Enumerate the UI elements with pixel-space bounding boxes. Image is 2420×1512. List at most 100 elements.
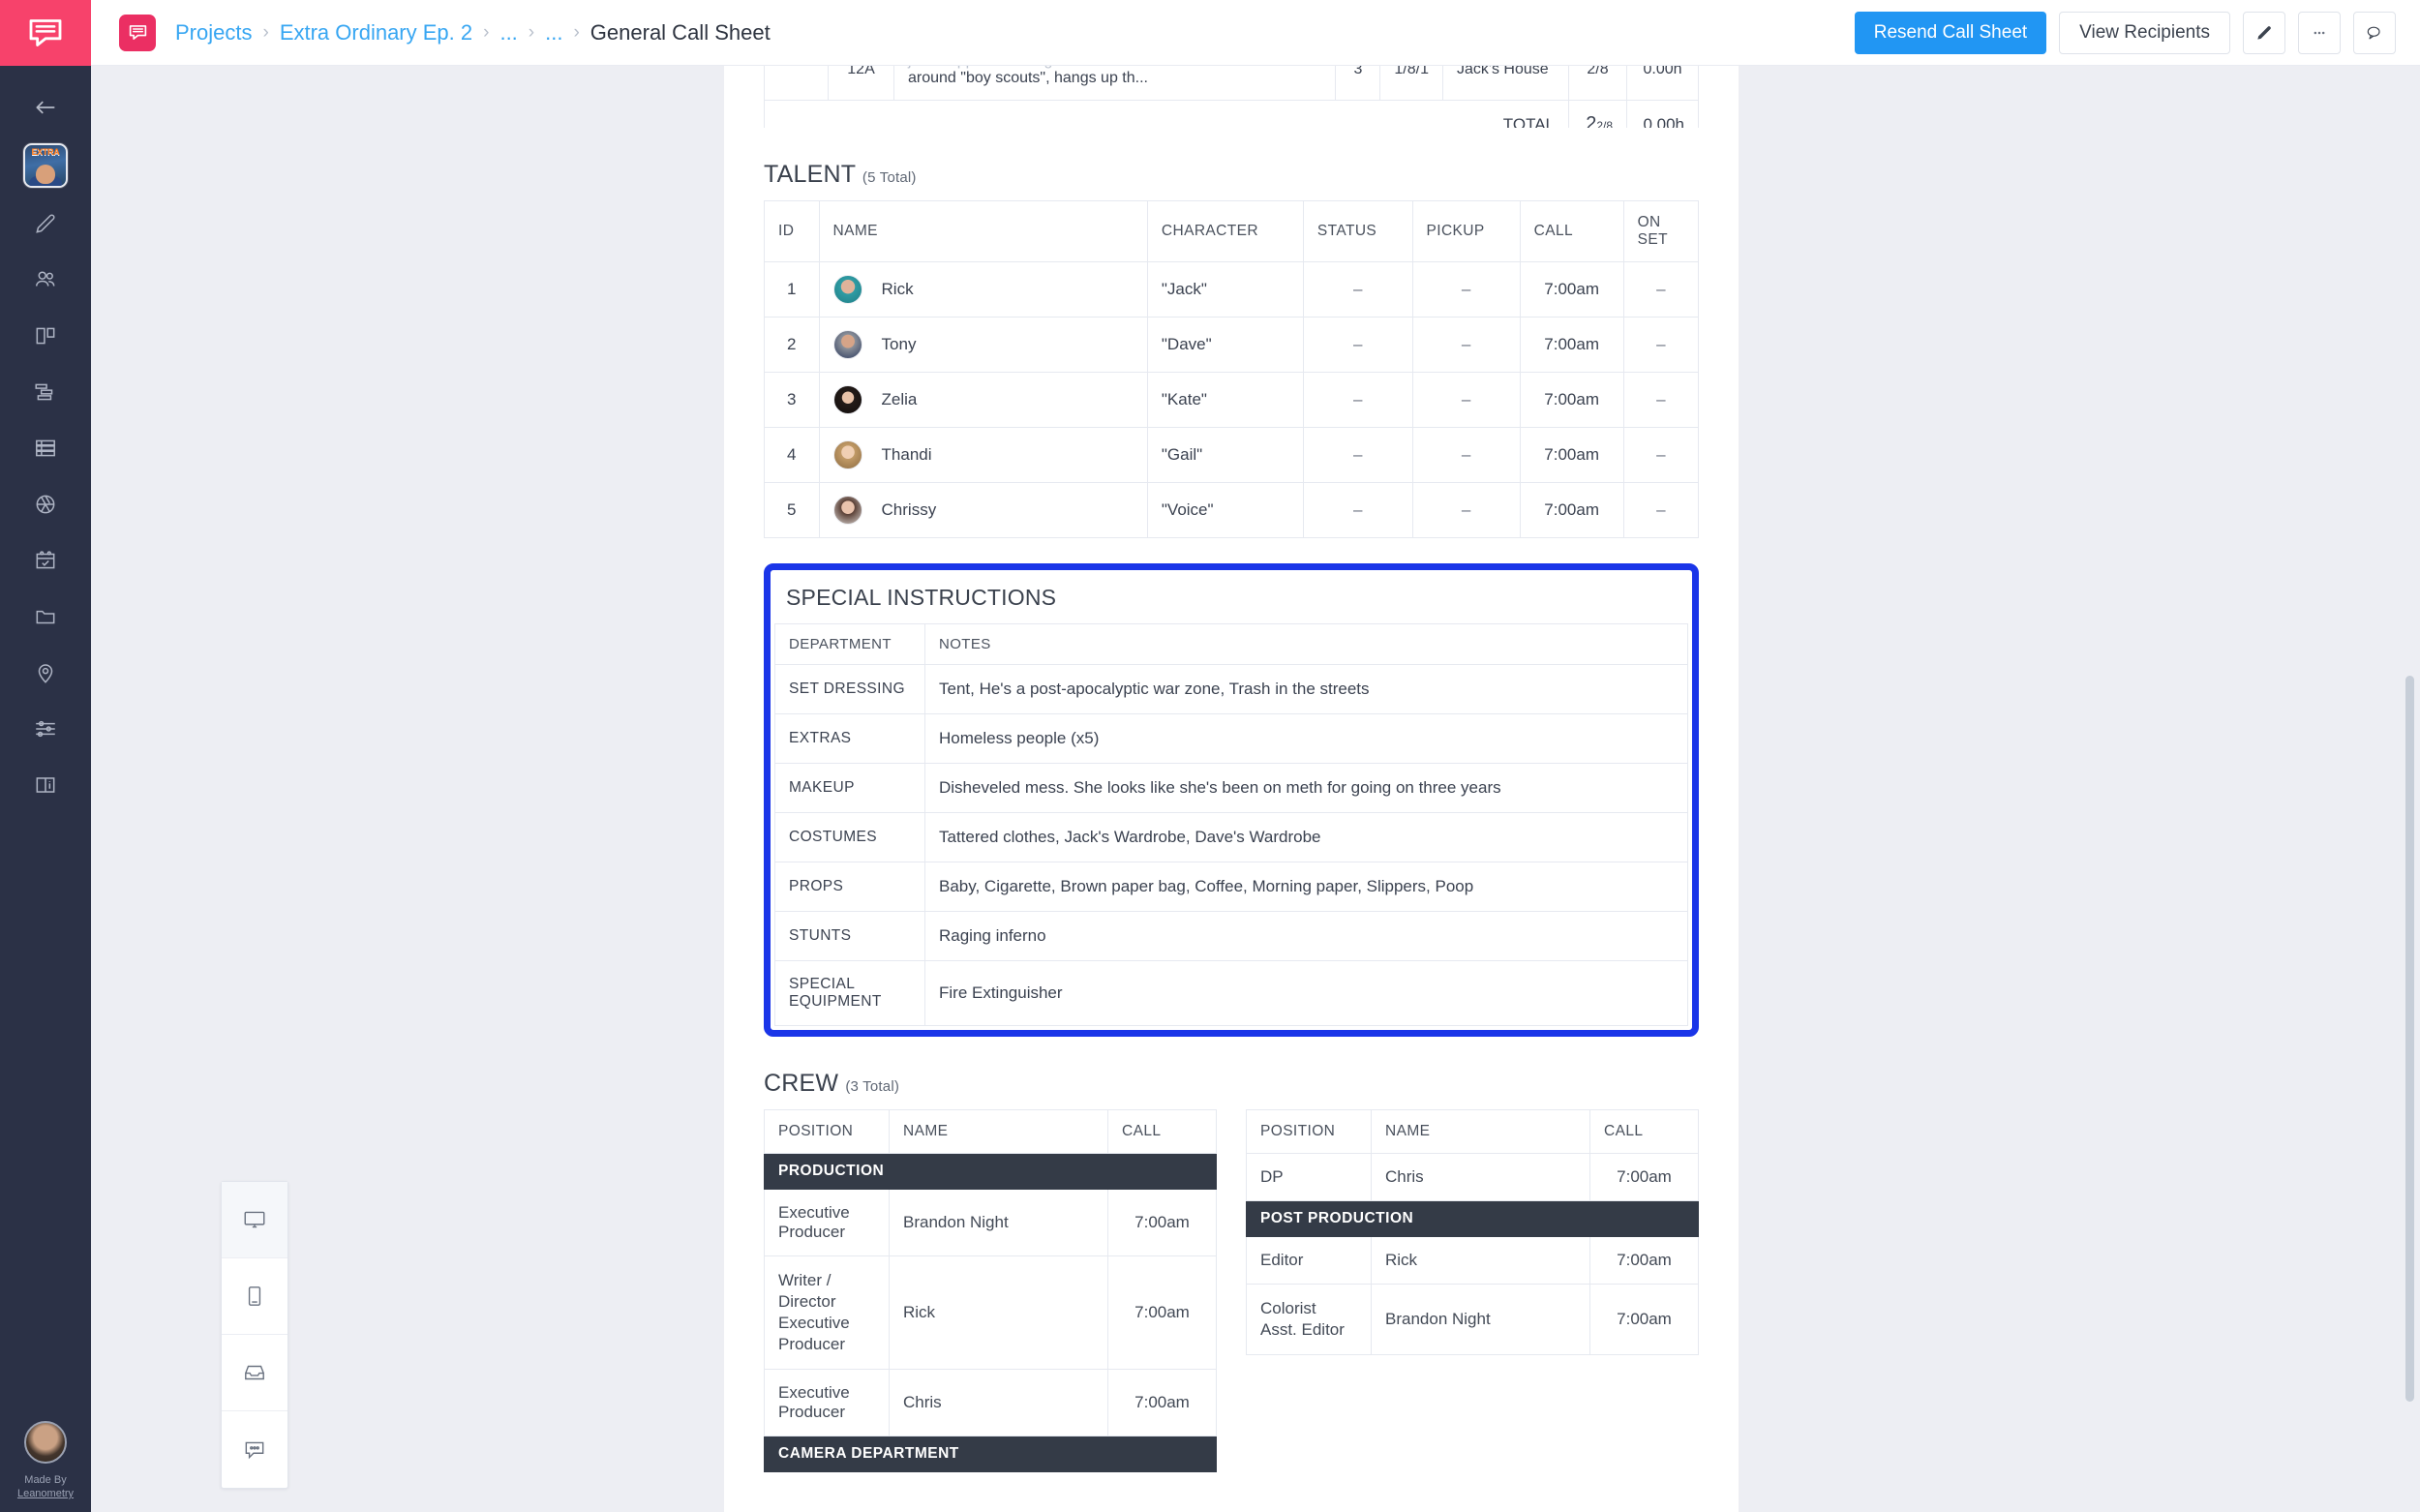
table-row[interactable]: Writer / Director Executive Producer Ric… <box>764 1255 1217 1370</box>
scene-note-line2: around "boy scouts", hangs up th... <box>908 70 1148 86</box>
talent-col-pickup: PICKUP <box>1411 200 1521 262</box>
table-row[interactable]: 12A just stopped listening somewhere aro… <box>764 66 1699 101</box>
breadcrumb-separator: › <box>573 21 580 43</box>
chat-icon <box>245 1441 264 1459</box>
sidebar-item-files[interactable] <box>18 596 73 637</box>
pencil-icon <box>2257 25 2271 40</box>
table-row[interactable]: Executive Producer Brandon Night 7:00am <box>764 1189 1217 1256</box>
table-row[interactable]: DP Chris 7:00am <box>1246 1153 1699 1201</box>
crew-name: Brandon Night <box>889 1189 1108 1256</box>
resend-call-sheet-button[interactable]: Resend Call Sheet <box>1854 11 2047 54</box>
chat-bubble-icon <box>2367 26 2380 39</box>
scene-total-row: TOTAL 22/8 0.00h <box>764 100 1699 128</box>
table-row[interactable]: MAKEUP Disheveled mess. She looks like s… <box>774 763 1688 813</box>
sidebar-item-schedule[interactable] <box>18 372 73 412</box>
si-department: SET DRESSING <box>774 664 925 714</box>
talent-name-cell: Chrissy <box>818 482 1148 538</box>
crew-table-right: POSITION NAME CALL DP Chris 7:00am POST … <box>1246 1109 1699 1355</box>
crew-section-title: CREW (3 Total) <box>764 1070 1699 1098</box>
scene-cast: 3 <box>1335 66 1381 101</box>
crew-table-left: POSITION NAME CALL PRODUCTION Executive … <box>764 1109 1217 1472</box>
table-row[interactable]: SPECIAL EQUIPMENT Fire Extinguisher <box>774 960 1688 1026</box>
breadcrumb-item-project[interactable]: Extra Ordinary Ep. 2 <box>280 20 472 45</box>
more-options-button[interactable] <box>2298 11 2341 54</box>
scene-table-clipped: 12A just stopped listening somewhere aro… <box>764 66 1699 128</box>
table-row[interactable]: 1 Rick "Jack" – – 7:00am – <box>764 261 1700 318</box>
sliders-icon <box>36 720 55 738</box>
breadcrumb-item-ellipsis-1[interactable]: ... <box>499 20 517 45</box>
talent-name-cell: Thandi <box>818 427 1148 483</box>
vertical-scrollbar[interactable] <box>2405 676 2414 1402</box>
table-row[interactable]: 4 Thandi "Gail" – – 7:00am – <box>764 427 1700 483</box>
sidebar-item-calendar[interactable] <box>18 540 73 581</box>
talent-status: – <box>1302 427 1413 483</box>
table-row[interactable]: 5 Chrissy "Voice" – – 7:00am – <box>764 482 1700 538</box>
comments-button[interactable] <box>2353 11 2396 54</box>
sidebar-item-edit[interactable] <box>18 203 73 244</box>
app-logo[interactable] <box>0 0 91 66</box>
thumb-face <box>36 165 55 184</box>
avatar <box>832 440 862 469</box>
sidebar-item-locations[interactable] <box>18 652 73 693</box>
talent-call: 7:00am <box>1519 482 1624 538</box>
talent-count: (5 Total) <box>862 169 917 186</box>
view-recipients-button[interactable]: View Recipients <box>2059 11 2230 54</box>
special-instructions-section[interactable]: SPECIAL INSTRUCTIONS DEPARTMENT NOTES SE… <box>764 563 1699 1037</box>
si-notes: Tent, He's a post-apocalyptic war zone, … <box>924 664 1688 714</box>
edit-button[interactable] <box>2243 11 2285 54</box>
si-notes: Fire Extinguisher <box>924 960 1688 1026</box>
folder-icon <box>36 610 55 624</box>
sidebar-item-settings[interactable] <box>18 709 73 749</box>
scene-note-line1: just stopped listening somewhere <box>908 66 1137 69</box>
talent-pickup: – <box>1411 427 1521 483</box>
table-row[interactable]: SET DRESSING Tent, He's a post-apocalypt… <box>774 664 1688 714</box>
speech-bubble-lines-icon <box>29 19 62 46</box>
table-row[interactable]: Colorist Asst. Editor Brandon Night 7:00… <box>1246 1284 1699 1355</box>
table-header-row: POSITION NAME CALL <box>764 1109 1217 1154</box>
si-col-department: DEPARTMENT <box>774 623 925 665</box>
sidebar-item-contacts[interactable] <box>18 259 73 300</box>
project-thumbnail[interactable]: EXTRA <box>23 143 68 188</box>
table-row[interactable]: EXTRAS Homeless people (x5) <box>774 713 1688 764</box>
sidebar-item-shots[interactable] <box>18 484 73 525</box>
si-department: EXTRAS <box>774 713 925 764</box>
made-by-line2: Leanometry <box>16 1488 75 1499</box>
talent-character: "Voice" <box>1146 482 1304 538</box>
talent-id: 3 <box>764 372 820 428</box>
scene-pages: 1/8/1 <box>1379 66 1443 101</box>
arrow-left-icon <box>36 101 55 114</box>
map-pin-icon <box>38 664 53 683</box>
sidebar-item-board[interactable] <box>18 316 73 356</box>
crew-position: Colorist Asst. Editor <box>1246 1284 1372 1355</box>
device-inbox[interactable] <box>222 1335 287 1411</box>
table-row[interactable]: 2 Tony "Dave" – – 7:00am – <box>764 317 1700 373</box>
table-row[interactable]: 3 Zelia "Kate" – – 7:00am – <box>764 372 1700 428</box>
crew-count: (3 Total) <box>845 1078 900 1095</box>
talent-name: Chrissy <box>881 500 937 519</box>
user-avatar[interactable] <box>24 1421 67 1464</box>
device-mobile[interactable] <box>222 1258 287 1335</box>
talent-onset: – <box>1622 261 1700 318</box>
table-row[interactable]: STUNTS Raging inferno <box>774 911 1688 961</box>
table-row[interactable]: Editor Rick 7:00am <box>1246 1236 1699 1285</box>
crew-department-label: PRODUCTION <box>764 1153 1217 1190</box>
table-row[interactable]: COSTUMES Tattered clothes, Jack's Wardro… <box>774 812 1688 862</box>
talent-pickup: – <box>1411 317 1521 373</box>
device-chat[interactable] <box>222 1411 287 1488</box>
table-row[interactable]: PROPS Baby, Cigarette, Brown paper bag, … <box>774 862 1688 912</box>
talent-status: – <box>1302 261 1413 318</box>
breadcrumb-logo-button[interactable] <box>119 14 156 51</box>
talent-name: Tony <box>881 335 917 353</box>
made-by-credit[interactable]: Made By Leanometry <box>17 1473 74 1500</box>
device-desktop[interactable] <box>222 1182 287 1258</box>
scene-total-pages: 22/8 <box>1568 100 1627 128</box>
sidebar-item-stripboard[interactable] <box>18 428 73 469</box>
breadcrumb-item-projects[interactable]: Projects <box>175 20 252 45</box>
crew-department-row: CAMERA DEPARTMENT <box>764 1436 1217 1472</box>
sidebar-item-reports[interactable] <box>18 765 73 805</box>
breadcrumb-item-ellipsis-2[interactable]: ... <box>545 20 562 45</box>
talent-col-id: ID <box>764 200 820 262</box>
back-button[interactable] <box>23 93 68 122</box>
people-icon <box>36 271 55 287</box>
table-row[interactable]: Executive Producer Chris 7:00am <box>764 1369 1217 1436</box>
